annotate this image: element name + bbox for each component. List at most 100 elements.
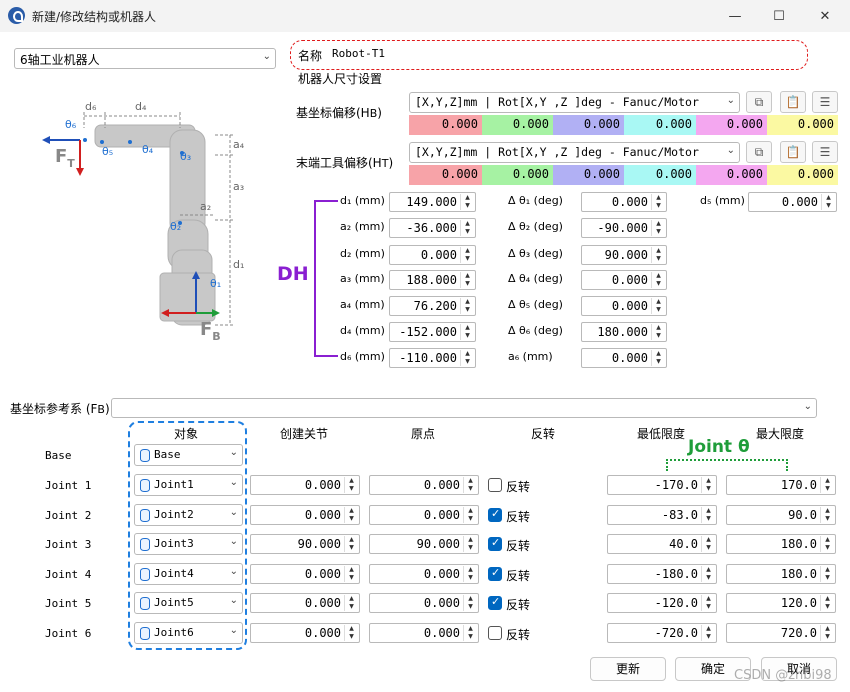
reverse-checkbox[interactable] bbox=[488, 507, 502, 522]
tool-offset-ry[interactable]: 0.000 bbox=[696, 165, 767, 185]
joint-object-select[interactable]: Base ⌄ bbox=[134, 444, 243, 466]
tool-offset-y[interactable]: 0.000 bbox=[482, 165, 553, 185]
joint-object-select[interactable]: Joint4 ⌄ bbox=[134, 563, 243, 585]
reverse-checkbox[interactable] bbox=[488, 626, 502, 640]
min-limit-input[interactable]: 40.0 ▲ ▼ bbox=[607, 534, 717, 554]
spin-arrows-icon[interactable]: ▲ ▼ bbox=[463, 566, 477, 582]
spin-arrows-icon[interactable]: ▲ ▼ bbox=[820, 566, 834, 582]
copy-icon[interactable]: ⧉ bbox=[746, 91, 772, 113]
update-button[interactable]: 更新 bbox=[590, 657, 666, 681]
spin-arrows-icon[interactable]: ▲ ▼ bbox=[820, 595, 834, 611]
tool-offset-rz[interactable]: 0.000 bbox=[767, 165, 838, 185]
joint-object-select[interactable]: Joint1 ⌄ bbox=[134, 474, 243, 496]
dh-col2-input[interactable]: 90.000 ▲ ▼ bbox=[581, 245, 667, 265]
spin-arrows-icon[interactable]: ▲ ▼ bbox=[463, 625, 477, 641]
spin-arrows-icon[interactable]: ▲ ▼ bbox=[463, 595, 477, 611]
spin-arrows-icon[interactable]: ▲ ▼ bbox=[701, 595, 715, 611]
spin-arrows-icon[interactable]: ▲ ▼ bbox=[460, 350, 474, 366]
paste-icon[interactable]: 📋 bbox=[780, 141, 806, 163]
minimize-button[interactable]: — bbox=[712, 0, 758, 32]
spin-arrows-icon[interactable]: ▲ ▼ bbox=[820, 536, 834, 552]
origin-input[interactable]: 0.000 ▲ ▼ bbox=[369, 505, 479, 525]
spin-arrows-icon[interactable]: ▲ ▼ bbox=[344, 625, 358, 641]
min-limit-input[interactable]: -83.0 ▲ ▼ bbox=[607, 505, 717, 525]
name-input[interactable]: Robot-T1 bbox=[332, 47, 385, 60]
base-offset-format-select[interactable]: [X,Y,Z]mm | Rot[X,Y ,Z ]deg - Fanuc/Moto… bbox=[409, 92, 740, 113]
max-limit-input[interactable]: 180.0 ▲ ▼ bbox=[726, 564, 836, 584]
reverse-checkbox[interactable] bbox=[488, 478, 502, 492]
joint-object-select[interactable]: Joint6 ⌄ bbox=[134, 622, 243, 644]
spin-arrows-icon[interactable]: ▲ ▼ bbox=[651, 220, 665, 236]
create-joint-input[interactable]: 90.000 ▲ ▼ bbox=[250, 534, 360, 554]
base-offset-z[interactable]: 0.000 bbox=[553, 115, 624, 135]
create-joint-input[interactable]: 0.000 ▲ ▼ bbox=[250, 623, 360, 643]
spin-arrows-icon[interactable]: ▲ ▼ bbox=[701, 625, 715, 641]
joint-object-select[interactable]: Joint2 ⌄ bbox=[134, 504, 243, 526]
robot-type-select[interactable]: 6轴工业机器人 ⌄ bbox=[14, 48, 276, 69]
min-limit-input[interactable]: -120.0 ▲ ▼ bbox=[607, 593, 717, 613]
spin-arrows-icon[interactable]: ▲ ▼ bbox=[651, 272, 665, 288]
origin-input[interactable]: 0.000 ▲ ▼ bbox=[369, 593, 479, 613]
dh-col1-input[interactable]: -110.000 ▲ ▼ bbox=[389, 348, 476, 368]
tool-offset-format-select[interactable]: [X,Y,Z]mm | Rot[X,Y ,Z ]deg - Fanuc/Moto… bbox=[409, 142, 740, 163]
spin-arrows-icon[interactable]: ▲ ▼ bbox=[651, 324, 665, 340]
copy-icon[interactable]: ⧉ bbox=[746, 141, 772, 163]
origin-input[interactable]: 90.000 ▲ ▼ bbox=[369, 534, 479, 554]
create-joint-input[interactable]: 0.000 ▲ ▼ bbox=[250, 505, 360, 525]
spin-arrows-icon[interactable]: ▲ ▼ bbox=[460, 220, 474, 236]
min-limit-input[interactable]: -180.0 ▲ ▼ bbox=[607, 564, 717, 584]
base-offset-ry[interactable]: 0.000 bbox=[696, 115, 767, 135]
base-offset-rz[interactable]: 0.000 bbox=[767, 115, 838, 135]
spin-arrows-icon[interactable]: ▲ ▼ bbox=[701, 566, 715, 582]
spin-arrows-icon[interactable]: ▲ ▼ bbox=[701, 536, 715, 552]
dh-col1-input[interactable]: 76.200 ▲ ▼ bbox=[389, 296, 476, 316]
tool-offset-x[interactable]: 0.000 bbox=[409, 165, 482, 185]
dh-col2-input[interactable]: -90.000 ▲ ▼ bbox=[581, 218, 667, 238]
menu-icon[interactable]: ☰ bbox=[812, 141, 838, 163]
dh-col1-input[interactable]: 149.000 ▲ ▼ bbox=[389, 192, 476, 212]
dh-col1-input[interactable]: 188.000 ▲ ▼ bbox=[389, 270, 476, 290]
spin-arrows-icon[interactable]: ▲ ▼ bbox=[820, 477, 834, 493]
base-offset-x[interactable]: 0.000 bbox=[409, 115, 482, 135]
maximize-button[interactable]: ☐ bbox=[756, 0, 802, 32]
spin-arrows-icon[interactable]: ▲ ▼ bbox=[460, 194, 474, 210]
dh-col2-input[interactable]: 0.000 ▲ ▼ bbox=[581, 270, 667, 290]
create-joint-input[interactable]: 0.000 ▲ ▼ bbox=[250, 475, 360, 495]
spin-arrows-icon[interactable]: ▲ ▼ bbox=[460, 247, 474, 263]
dh-col1-input[interactable]: -152.000 ▲ ▼ bbox=[389, 322, 476, 342]
spin-arrows-icon[interactable]: ▲ ▼ bbox=[344, 536, 358, 552]
spin-arrows-icon[interactable]: ▲ ▼ bbox=[344, 566, 358, 582]
dh-col1-input[interactable]: -36.000 ▲ ▼ bbox=[389, 218, 476, 238]
origin-input[interactable]: 0.000 ▲ ▼ bbox=[369, 475, 479, 495]
spin-arrows-icon[interactable]: ▲ ▼ bbox=[651, 298, 665, 314]
max-limit-input[interactable]: 180.0 ▲ ▼ bbox=[726, 534, 836, 554]
spin-arrows-icon[interactable]: ▲ ▼ bbox=[463, 507, 477, 523]
spin-arrows-icon[interactable]: ▲ ▼ bbox=[651, 350, 665, 366]
create-joint-input[interactable]: 0.000 ▲ ▼ bbox=[250, 564, 360, 584]
tool-offset-rx[interactable]: 0.000 bbox=[624, 165, 696, 185]
spin-arrows-icon[interactable]: ▲ ▼ bbox=[651, 247, 665, 263]
d5-input[interactable]: 0.000 ▲ ▼ bbox=[748, 192, 837, 212]
spin-arrows-icon[interactable]: ▲ ▼ bbox=[820, 507, 834, 523]
spin-arrows-icon[interactable]: ▲ ▼ bbox=[463, 477, 477, 493]
max-limit-input[interactable]: 120.0 ▲ ▼ bbox=[726, 593, 836, 613]
reverse-checkbox[interactable] bbox=[488, 566, 502, 581]
paste-icon[interactable]: 📋 bbox=[780, 91, 806, 113]
reverse-checkbox[interactable] bbox=[488, 595, 502, 610]
close-button[interactable]: ✕ bbox=[802, 0, 848, 32]
max-limit-input[interactable]: 170.0 ▲ ▼ bbox=[726, 475, 836, 495]
dh-col2-input[interactable]: 0.000 ▲ ▼ bbox=[581, 192, 667, 212]
spin-arrows-icon[interactable]: ▲ ▼ bbox=[344, 477, 358, 493]
menu-icon[interactable]: ☰ bbox=[812, 91, 838, 113]
create-joint-input[interactable]: 0.000 ▲ ▼ bbox=[250, 593, 360, 613]
dh-col2-input[interactable]: 0.000 ▲ ▼ bbox=[581, 348, 667, 368]
spin-arrows-icon[interactable]: ▲ ▼ bbox=[463, 536, 477, 552]
max-limit-input[interactable]: 90.0 ▲ ▼ bbox=[726, 505, 836, 525]
reverse-checkbox[interactable] bbox=[488, 536, 502, 551]
spin-arrows-icon[interactable]: ▲ ▼ bbox=[460, 272, 474, 288]
dh-col2-input[interactable]: 180.000 ▲ ▼ bbox=[581, 322, 667, 342]
spin-arrows-icon[interactable]: ▲ ▼ bbox=[460, 298, 474, 314]
origin-input[interactable]: 0.000 ▲ ▼ bbox=[369, 623, 479, 643]
dh-col2-input[interactable]: 0.000 ▲ ▼ bbox=[581, 296, 667, 316]
joint-object-select[interactable]: Joint3 ⌄ bbox=[134, 533, 243, 555]
